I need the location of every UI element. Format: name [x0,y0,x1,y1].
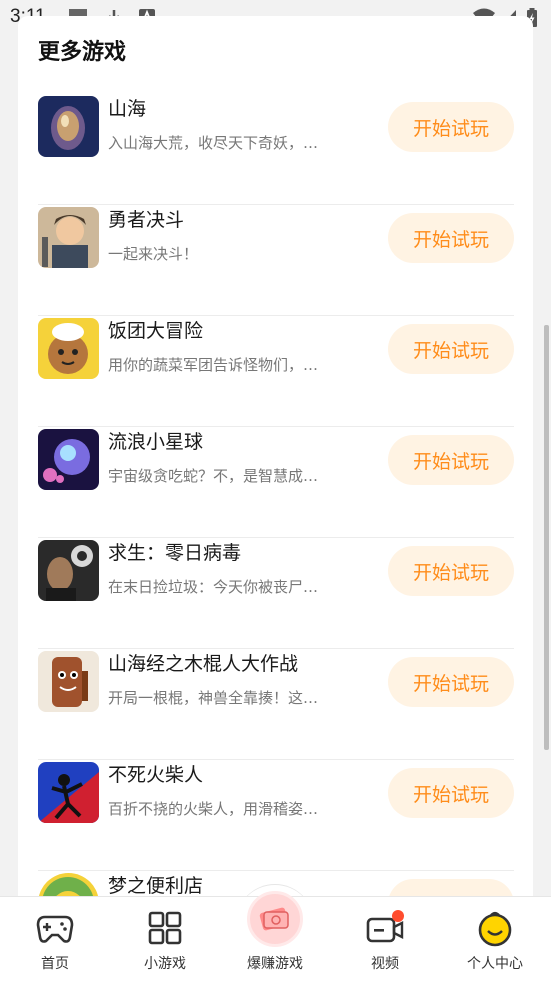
game-description: 在末日捡垃圾：今天你被丧尸… [108,578,319,596]
game-name: 求生：零日病毒 [108,542,242,564]
game-description: 用你的蔬菜军团告诉怪物们，… [108,356,319,374]
game-thumbnail [38,96,99,157]
game-item[interactable]: 不死火柴人 百折不挠的火柴人，用滑稽姿… 开始试玩 [38,760,514,871]
start-trial-button[interactable]: 开始试玩 [388,546,514,596]
gamepad-icon [36,911,74,949]
game-thumbnail [38,651,99,712]
game-name: 勇者决斗 [108,209,185,231]
game-description: 百折不挠的火柴人，用滑稽姿… [108,800,319,818]
start-trial-button[interactable]: 开始试玩 [388,213,514,263]
start-trial-button[interactable]: 开始试玩 [388,324,514,374]
smiley-icon [477,911,513,951]
game-item[interactable]: 勇者决斗 一起来决斗！ 开始试玩 [38,205,514,316]
game-description: 一起来决斗！ [108,245,199,263]
scrollbar[interactable] [544,325,549,750]
tab-label: 首页 [41,956,69,972]
tab-video[interactable]: 视频 [330,897,440,981]
game-item[interactable]: 山海经之木棍人大作战 开局一根棍，神兽全靠揍！这… 开始试玩 [38,649,514,760]
money-icon [247,891,303,947]
start-trial-button[interactable]: 开始试玩 [388,657,514,707]
tab-profile[interactable]: 个人中心 [440,897,550,981]
game-thumbnail [38,762,99,823]
tab-label: 爆赚游戏 [247,956,303,972]
tab-mini-games[interactable]: 小游戏 [110,897,220,981]
game-thumbnail [38,429,99,490]
start-trial-button[interactable]: 开始试玩 [388,102,514,152]
game-item[interactable]: 山海 入山海大荒，收尽天下奇妖，… 开始试玩 [38,94,514,205]
game-thumbnail [38,318,99,379]
game-description: 宇宙级贪吃蛇？不，是智慧成… [108,467,319,485]
game-description: 开局一根棍，神兽全靠揍！这… [108,689,319,707]
grid-icon [148,911,182,949]
game-thumbnail [38,540,99,601]
game-name: 梦之便利店 [108,875,204,897]
more-games-card: 更多游戏 山海 入山海大荒，收尽天下奇妖，… 开始试玩 勇者决斗 一起来决斗！ … [18,16,533,916]
game-thumbnail [38,207,99,268]
game-item[interactable]: 流浪小星球 宇宙级贪吃蛇？不，是智慧成… 开始试玩 [38,427,514,538]
start-trial-button[interactable]: 开始试玩 [388,768,514,818]
game-name: 不死火柴人 [108,764,204,786]
tab-earn-games[interactable]: 爆赚游戏 [220,891,330,981]
game-name: 饭团大冒险 [108,320,204,342]
tab-home[interactable]: 首页 [0,897,110,981]
game-item[interactable]: 求生：零日病毒 在末日捡垃圾：今天你被丧尸… 开始试玩 [38,538,514,649]
bottom-tab-bar: 首页 小游戏 爆赚游戏 视频 个人中心 [0,891,551,981]
game-name: 山海经之木棍人大作战 [108,653,299,675]
start-trial-button[interactable]: 开始试玩 [388,435,514,485]
game-description: 入山海大荒，收尽天下奇妖，… [108,134,319,152]
tab-label: 视频 [371,956,399,972]
game-name: 山海 [108,98,147,120]
tab-label: 个人中心 [467,956,523,972]
notification-badge [392,910,404,922]
tab-label: 小游戏 [144,956,186,972]
section-title: 更多游戏 [38,40,127,65]
game-item[interactable]: 饭团大冒险 用你的蔬菜军团告诉怪物们，… 开始试玩 [38,316,514,427]
earn-icon [247,891,303,947]
game-name: 流浪小星球 [108,431,204,453]
